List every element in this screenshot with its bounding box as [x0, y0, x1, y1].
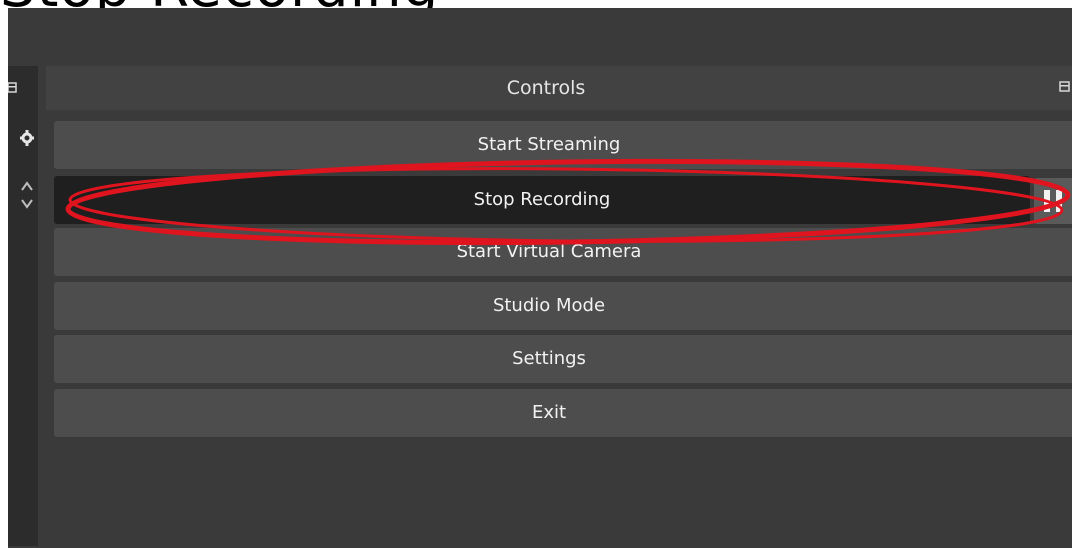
controls-dock-title-bar: Controls [46, 66, 1072, 110]
up-down-arrow-icon[interactable] [16, 178, 38, 215]
gear-icon[interactable] [16, 130, 38, 149]
pause-icon [1044, 190, 1050, 212]
pause-recording-button[interactable] [1034, 178, 1072, 224]
left-dock-gutter [8, 66, 38, 546]
start-streaming-button[interactable]: Start Streaming [54, 121, 1072, 169]
start-virtual-camera-button[interactable]: Start Virtual Camera [54, 228, 1072, 276]
dock-title: Controls [506, 77, 586, 99]
settings-button[interactable]: Settings [54, 335, 1072, 383]
dock-float-icon[interactable] [1058, 80, 1070, 98]
pause-icon-bar [1056, 190, 1062, 212]
top-cropped-heading: Stop Recording [0, 0, 1072, 8]
stop-recording-button[interactable]: Stop Recording [54, 176, 1030, 224]
studio-mode-button[interactable]: Studio Mode [54, 282, 1072, 330]
dock-float-icon-left[interactable] [8, 80, 20, 98]
exit-button[interactable]: Exit [54, 389, 1072, 437]
cropped-heading-text: Stop Recording [0, 0, 439, 8]
